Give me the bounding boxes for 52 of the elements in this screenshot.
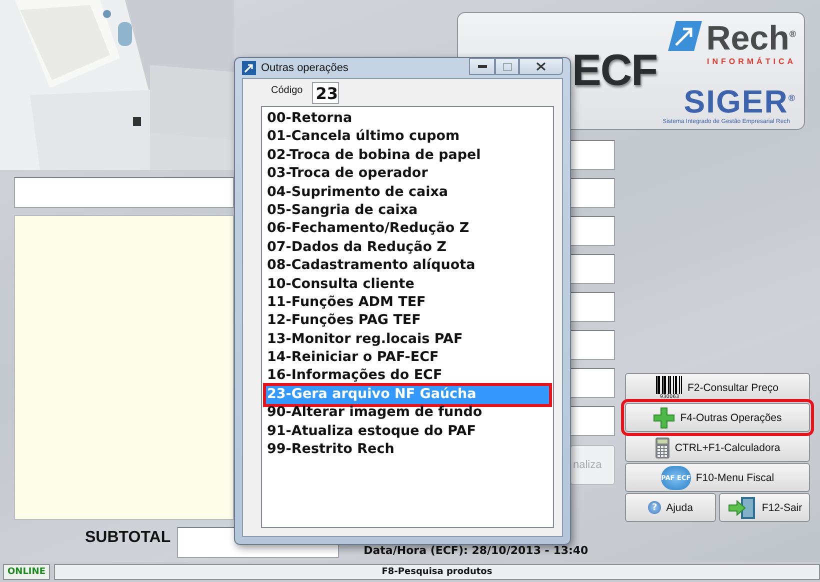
list-item[interactable]: 05-Sangria de caixa <box>266 202 549 220</box>
list-item[interactable]: 16-Informações do ECF <box>266 367 549 386</box>
minimize-button[interactable] <box>469 58 495 75</box>
list-item[interactable]: 10-Consulta cliente <box>266 276 549 294</box>
function-button[interactable]: CTRL+F1-Calculadora <box>625 433 810 462</box>
system-name: SIGER$^{®}$ <box>684 82 796 118</box>
help-icon: ? <box>648 501 662 514</box>
brand-name: Rech$^{®}$ <box>706 18 796 55</box>
list-item[interactable]: 14-Reiniciar o PAF-ECF <box>266 349 549 368</box>
arrow-logo-icon <box>668 20 702 51</box>
list-item[interactable]: 07-Dados da Redução Z <box>266 238 549 258</box>
status-hint: F8-Pesquisa produtos <box>54 564 820 580</box>
door-arrow-icon <box>726 496 757 520</box>
minimize-icon <box>478 65 486 68</box>
app-icon <box>242 61 256 75</box>
list-item[interactable]: 08-Cadastramento alíquota <box>266 257 549 276</box>
input-field[interactable] <box>570 140 615 170</box>
input-field[interactable] <box>570 330 615 360</box>
brand-subtitle: INFORMÁTICA <box>707 56 796 66</box>
close-button[interactable] <box>519 58 563 75</box>
code-label: Código <box>271 85 303 96</box>
maximize-icon <box>502 62 512 70</box>
date-time-text: Data/Hora (ECF): 28/10/2013 - 13:40 <box>364 544 588 557</box>
list-item[interactable]: 02-Troca de bobina de papel <box>266 146 549 166</box>
list-item[interactable]: 00-Retorna <box>266 110 549 128</box>
product-logo-text: ECF <box>572 46 657 96</box>
function-button[interactable]: ? Ajuda <box>625 493 716 522</box>
input-field[interactable] <box>570 254 615 284</box>
subtotal-label: SUBTOTAL <box>85 529 171 547</box>
list-item[interactable]: 06-Fechamento/Redução Z <box>266 220 549 239</box>
list-item[interactable]: 91-Atualiza estoque do PAF <box>266 422 549 442</box>
function-button[interactable]: F12-Sair <box>719 493 810 522</box>
list-item[interactable]: 90-Alterar imagem de fundo <box>266 404 549 423</box>
list-item[interactable]: 99-Restrito Rech <box>266 441 549 460</box>
input-field[interactable] <box>570 368 615 398</box>
list-item[interactable]: 04-Suprimento de caixa <box>266 184 549 202</box>
connection-status: ONLINE <box>3 564 50 580</box>
list-item[interactable]: 13-Monitor reg.locais PAF <box>266 330 549 350</box>
list-item[interactable]: 03-Troca de operador <box>266 165 549 184</box>
input-field[interactable] <box>570 406 615 436</box>
list-item[interactable]: 11-Funções ADM TEF <box>266 294 549 312</box>
calculator-icon <box>654 436 670 458</box>
list-item[interactable]: 12-Funções PAG TEF <box>266 312 549 331</box>
input-field[interactable] <box>570 292 615 322</box>
list-item[interactable]: 01-Cancela último cupom <box>266 128 549 147</box>
dialog-title: Outras operações <box>261 62 348 74</box>
code-field[interactable]: 23 <box>312 82 339 104</box>
plus-icon <box>653 406 676 428</box>
close-icon <box>536 62 546 71</box>
input-field[interactable] <box>570 216 615 246</box>
input-field[interactable] <box>570 178 615 208</box>
input-field[interactable] <box>14 177 234 208</box>
